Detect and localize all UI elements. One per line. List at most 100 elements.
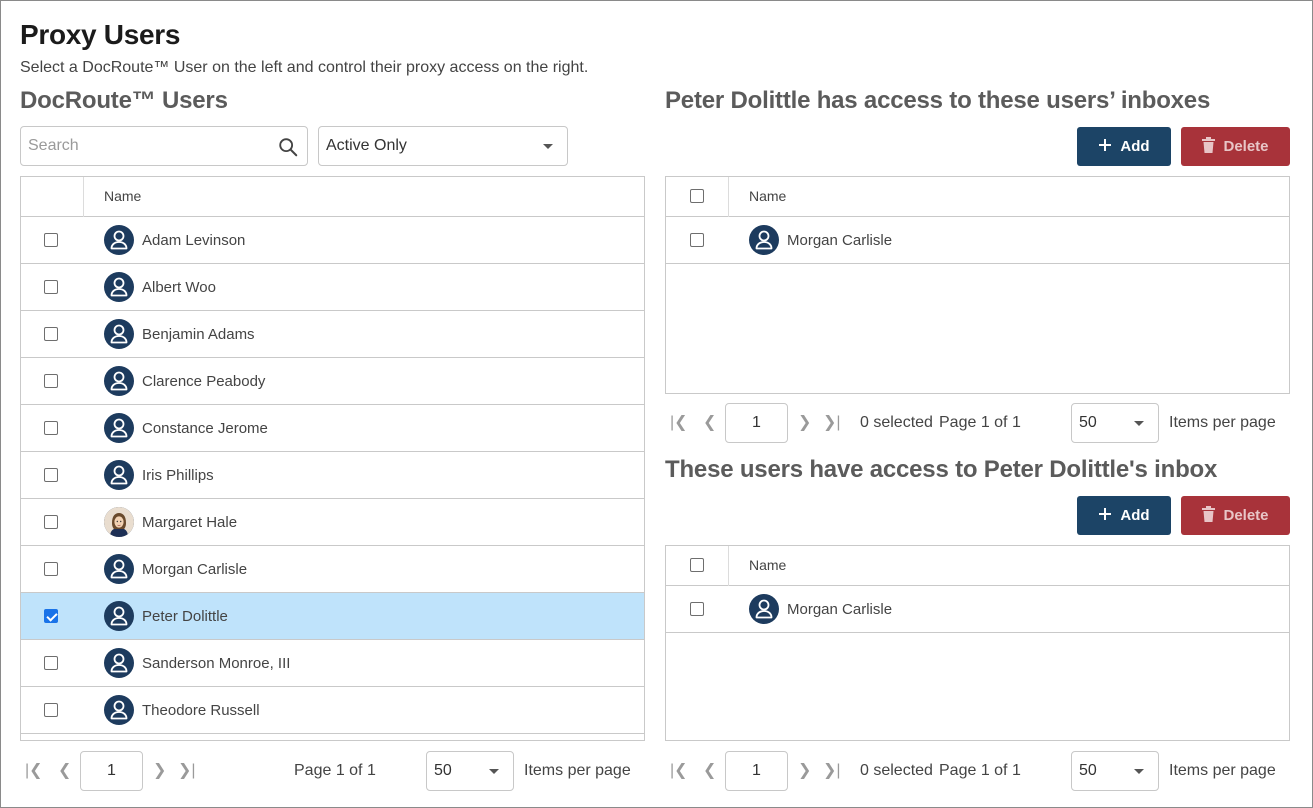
last-page-icon[interactable]: ❯|: [823, 763, 841, 779]
row-checkbox[interactable]: [44, 280, 58, 294]
delete-label: Delete: [1223, 138, 1269, 155]
trash-icon: [1202, 505, 1216, 526]
user-name: Peter Dolittle: [142, 608, 228, 625]
page-number-input[interactable]: 1: [80, 751, 143, 791]
row-checkbox[interactable]: [44, 562, 58, 576]
user-icon: [104, 601, 134, 631]
table-row[interactable]: Morgan Carlisle: [21, 546, 644, 593]
search-input[interactable]: [21, 127, 261, 165]
user-name: Adam Levinson: [142, 232, 246, 249]
chevron-down-icon: [489, 769, 499, 774]
name-column-header[interactable]: Name: [749, 557, 786, 573]
delete-access-from-button[interactable]: Delete: [1181, 496, 1290, 535]
per-page-label: Items per page: [1169, 414, 1276, 431]
user-icon: [104, 413, 134, 443]
select-all-checkbox[interactable]: [690, 558, 704, 572]
status-filter-value: Active Only: [326, 137, 407, 154]
last-page-icon[interactable]: ❯|: [823, 415, 841, 431]
access-to-title: Peter Dolittle has access to these users…: [665, 87, 1211, 114]
access-from-grid-header: Name: [666, 546, 1289, 586]
access-from-pager: |❮ ❮ 1 ❯ ❯| 0 selected Page 1 of 1 50 It…: [665, 751, 1290, 791]
row-checkbox[interactable]: [44, 468, 58, 482]
prev-page-icon[interactable]: ❮: [58, 763, 71, 779]
row-checkbox[interactable]: [44, 421, 58, 435]
table-row[interactable]: Albert Woo: [21, 264, 644, 311]
page-subtitle: Select a DocRoute™ User on the left and …: [20, 59, 589, 76]
user-name: Morgan Carlisle: [142, 561, 248, 578]
first-page-icon[interactable]: |❮: [670, 763, 688, 779]
chevron-down-icon: [1134, 769, 1144, 774]
row-checkbox[interactable]: [44, 233, 58, 247]
user-name: Morgan Carlisle: [787, 232, 893, 249]
table-row[interactable]: Adam Levinson: [21, 217, 644, 264]
access-to-grid-header: Name: [666, 177, 1289, 217]
delete-label: Delete: [1223, 507, 1269, 524]
user-name: Benjamin Adams: [142, 326, 255, 343]
next-page-icon[interactable]: ❯: [798, 763, 811, 779]
row-checkbox[interactable]: [44, 515, 58, 529]
user-icon: [104, 460, 134, 490]
row-checkbox[interactable]: [690, 602, 704, 616]
access-from-grid: Name Morgan Carlisle: [665, 545, 1290, 741]
prev-page-icon[interactable]: ❮: [703, 415, 716, 431]
page-number-input[interactable]: 1: [725, 403, 788, 443]
avatar-photo: [104, 507, 134, 537]
access-to-pager: |❮ ❮ 1 ❯ ❯| 0 selected Page 1 of 1 50 It…: [665, 403, 1290, 443]
user-name: Clarence Peabody: [142, 373, 266, 390]
prev-page-icon[interactable]: ❮: [703, 763, 716, 779]
table-row[interactable]: Morgan Carlisle: [666, 586, 1289, 633]
name-column-header[interactable]: Name: [749, 188, 786, 204]
page-indicator: Page 1 of 1: [939, 762, 1021, 779]
table-row[interactable]: Sanderson Monroe, III: [21, 640, 644, 687]
chevron-down-icon: [543, 144, 553, 149]
add-label: Add: [1120, 138, 1150, 155]
users-grid: Name Adam Levinson Albert Woo Benjamin Ada…: [20, 176, 645, 741]
table-row[interactable]: Iris Phillips: [21, 452, 644, 499]
row-checkbox[interactable]: [44, 327, 58, 341]
table-row[interactable]: Theodore Russell: [21, 687, 644, 734]
user-icon: [104, 319, 134, 349]
row-checkbox[interactable]: [44, 609, 58, 623]
table-row[interactable]: Constance Jerome: [21, 405, 644, 452]
table-row[interactable]: Benjamin Adams: [21, 311, 644, 358]
row-checkbox[interactable]: [44, 703, 58, 717]
table-row[interactable]: Peter Dolittle: [21, 593, 644, 640]
search-box: [20, 126, 308, 166]
per-page-value: 50: [1079, 762, 1097, 779]
next-page-icon[interactable]: ❯: [153, 763, 166, 779]
page-title: Proxy Users: [20, 19, 181, 50]
table-row[interactable]: Clarence Peabody: [21, 358, 644, 405]
row-checkbox[interactable]: [44, 374, 58, 388]
last-page-icon[interactable]: ❯|: [178, 763, 196, 779]
users-grid-body: Adam Levinson Albert Woo Benjamin Adams Cla…: [21, 217, 644, 734]
user-name: Margaret Hale: [142, 514, 238, 531]
next-page-icon[interactable]: ❯: [798, 415, 811, 431]
selected-count: 0 selected: [860, 414, 933, 431]
add-access-from-button[interactable]: Add: [1077, 496, 1171, 535]
name-column-header[interactable]: Name: [104, 188, 141, 204]
add-label: Add: [1120, 507, 1150, 524]
first-page-icon[interactable]: |❮: [670, 415, 688, 431]
user-icon: [104, 695, 134, 725]
page-number-input[interactable]: 1: [725, 751, 788, 791]
user-icon: [749, 225, 779, 255]
table-row[interactable]: Morgan Carlisle: [666, 217, 1289, 264]
per-page-select[interactable]: 50: [1071, 751, 1159, 791]
access-from-title: These users have access to Peter Dolittl…: [665, 456, 1218, 483]
row-checkbox[interactable]: [44, 656, 58, 670]
user-icon: [104, 554, 134, 584]
users-grid-header: Name: [21, 177, 644, 217]
row-checkbox[interactable]: [690, 233, 704, 247]
access-to-grid-body: Morgan Carlisle: [666, 217, 1289, 264]
per-page-select[interactable]: 50: [426, 751, 514, 791]
add-access-to-button[interactable]: Add: [1077, 127, 1171, 166]
status-filter-select[interactable]: Active Only: [318, 126, 568, 166]
table-row[interactable]: Margaret Hale: [21, 499, 644, 546]
selected-count: 0 selected: [860, 762, 933, 779]
delete-access-to-button[interactable]: Delete: [1181, 127, 1290, 166]
per-page-select[interactable]: 50: [1071, 403, 1159, 443]
search-icon[interactable]: [277, 136, 299, 158]
access-to-grid: Name Morgan Carlisle: [665, 176, 1290, 394]
first-page-icon[interactable]: |❮: [25, 763, 43, 779]
select-all-checkbox[interactable]: [690, 189, 704, 203]
